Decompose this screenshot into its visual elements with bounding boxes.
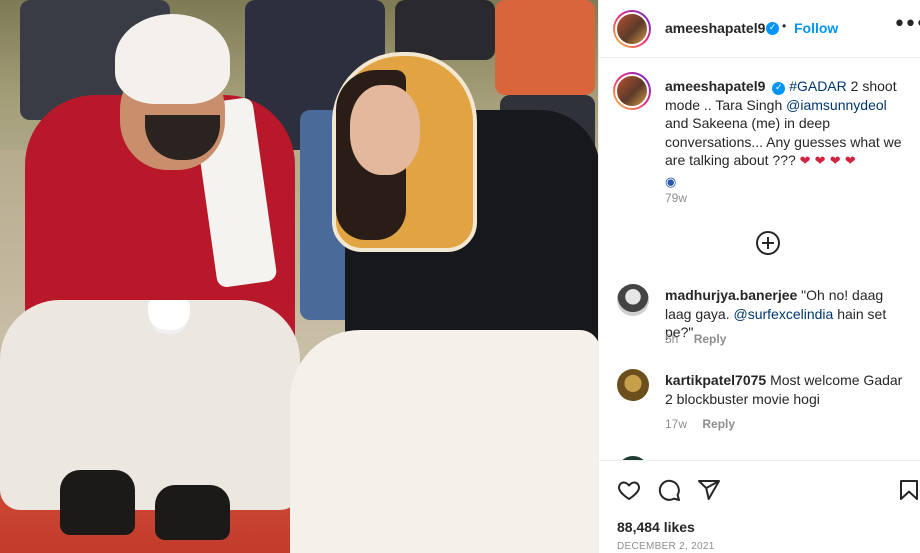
comment-mention[interactable]: @surfexcelindia (734, 306, 834, 322)
commenter-username[interactable]: madhurjya.banerjee (665, 287, 797, 303)
comment-text: kartikpatel7075 Most welcome Gadar 2 blo… (665, 371, 911, 408)
photo-teacup (148, 300, 190, 330)
separator-dot: • (782, 19, 787, 33)
comment-time: 5h (665, 332, 679, 346)
verified-icon: ✓ (772, 82, 786, 95)
photo-man-pants (0, 300, 300, 510)
comment-time: 17w (665, 417, 688, 431)
caption-time[interactable]: 79w (665, 191, 687, 205)
caption-avatar[interactable] (613, 72, 651, 110)
share-icon[interactable] (697, 478, 721, 502)
comment-meta: 17w Reply (665, 417, 735, 431)
caption-mention[interactable]: @iamsunnydeol (786, 97, 887, 113)
photo-background-person (495, 0, 595, 95)
photo-woman-face (350, 85, 420, 175)
author-username[interactable]: ameeshapatel9 (665, 20, 765, 36)
post-actions: 88,484 likes DECEMBER 2, 2021 (599, 460, 920, 553)
post-sidebar: ameeshapatel9 ✓ • Follow ••• ameeshapate… (598, 0, 920, 553)
caption-hashtag[interactable]: #GADAR (789, 78, 847, 94)
author-avatar[interactable] (613, 10, 651, 48)
more-icon[interactable]: ••• (893, 12, 920, 37)
comments-panel[interactable]: ameeshapatel9 ✓ #GADAR 2 shoot mode .. T… (599, 58, 920, 460)
caption-emojis: ❤ ❤ ❤ ❤ (799, 154, 856, 169)
reply-button[interactable]: Reply (702, 417, 735, 431)
post-date: DECEMBER 2, 2021 (617, 541, 715, 552)
comment-icon[interactable] (657, 478, 681, 502)
caption-emojis: ◉ (665, 174, 677, 190)
post-header: ameeshapatel9 ✓ • Follow ••• (599, 0, 920, 58)
heart-icon[interactable] (617, 478, 641, 502)
photo-man-shoe (155, 485, 230, 540)
caption-body: and Sakeena (me) in deep conversations..… (665, 115, 902, 168)
photo-woman-dress (290, 330, 598, 553)
reply-button[interactable]: Reply (694, 332, 727, 346)
post-photo[interactable] (0, 0, 598, 553)
likes-count[interactable]: 88,484 likes (617, 519, 695, 535)
commenter-avatar[interactable] (617, 284, 649, 316)
add-comment-icon[interactable] (756, 231, 780, 255)
caption-username[interactable]: ameeshapatel9 (665, 78, 765, 94)
photo-background-person (395, 0, 495, 60)
photo-man-turban (115, 14, 230, 104)
commenter-username[interactable]: kartikpatel7075 (665, 372, 766, 388)
verified-icon: ✓ (766, 22, 779, 35)
photo-man-shoe (60, 470, 135, 535)
commenter-avatar[interactable] (617, 369, 649, 401)
bookmark-icon[interactable] (897, 478, 920, 502)
follow-button[interactable]: Follow (794, 20, 838, 36)
caption-text: ameeshapatel9 ✓ #GADAR 2 shoot mode .. T… (665, 77, 911, 192)
comment-meta: 5h Reply (665, 332, 726, 346)
